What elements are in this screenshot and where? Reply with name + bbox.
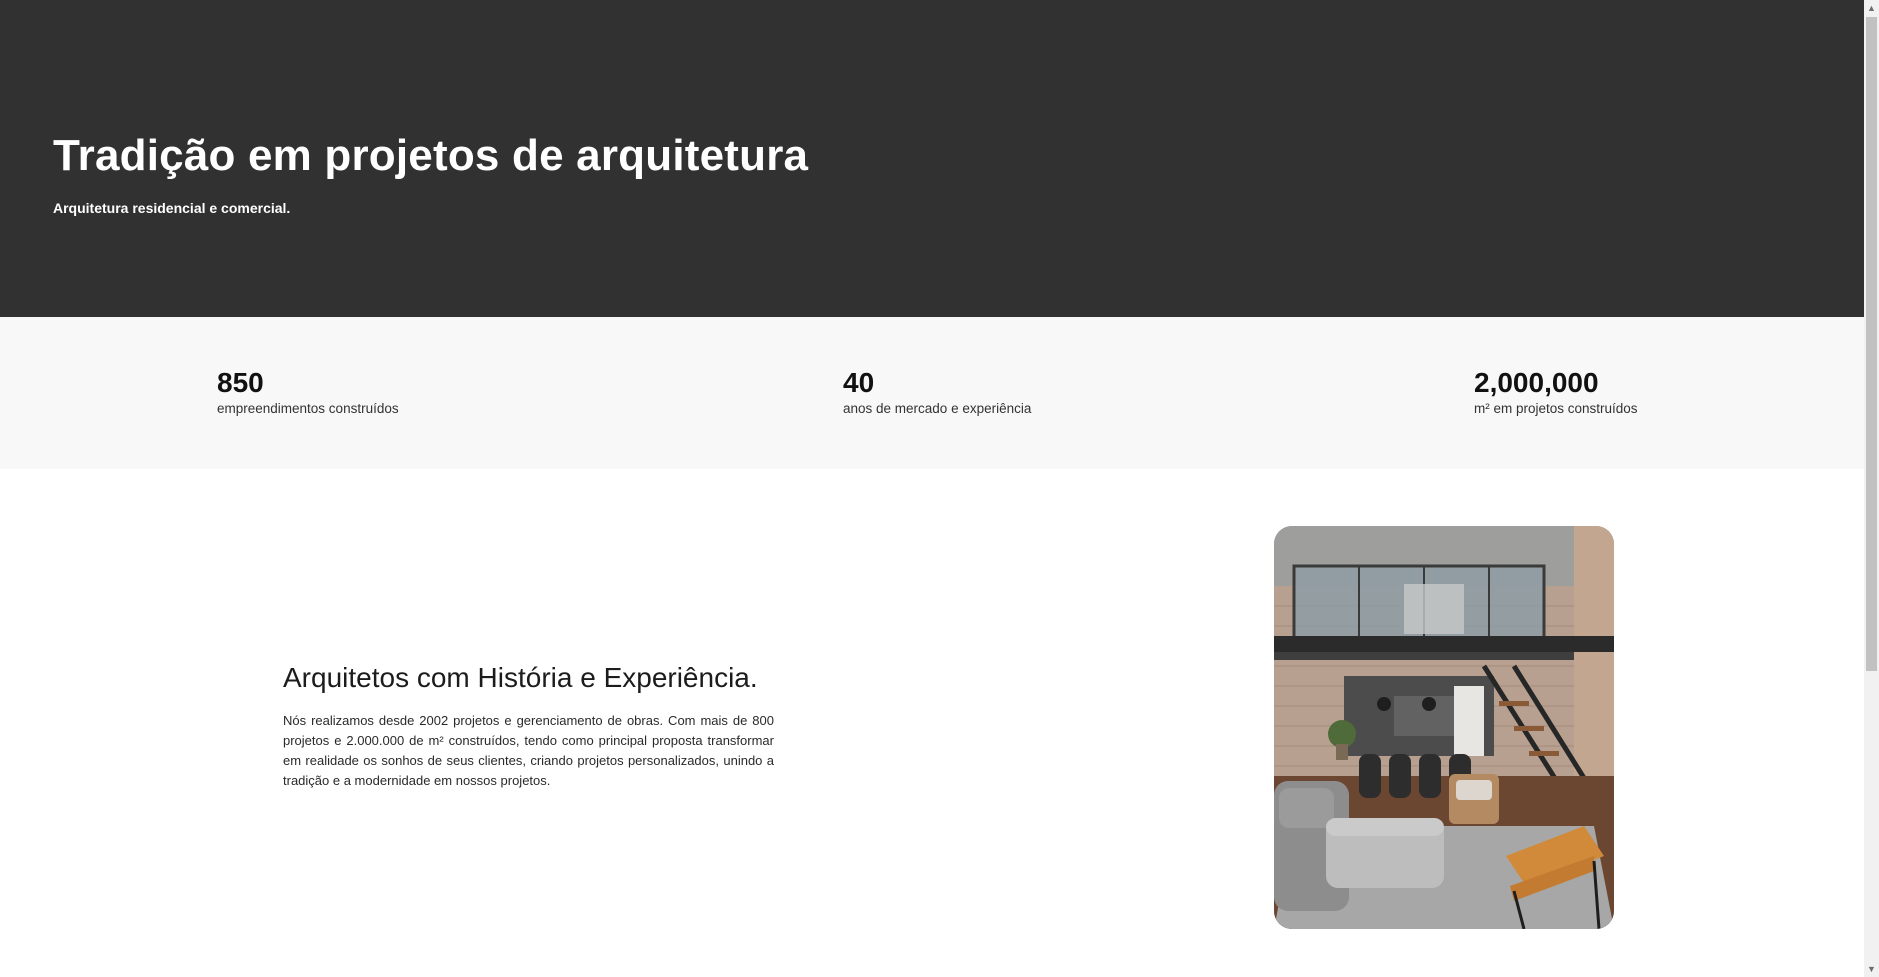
stat-value: 850 bbox=[217, 367, 264, 398]
page: Tradição em projetos de arquitetura Arqu… bbox=[0, 0, 1864, 977]
stat-value: 2,000,000 bbox=[1474, 367, 1599, 398]
stat-label: empreendimentos construídos bbox=[217, 401, 399, 416]
stat-label: m² em projetos construídos bbox=[1474, 401, 1638, 416]
stat-value: 40 bbox=[843, 367, 875, 398]
about-text: Nós realizamos desde 2002 projetos e ger… bbox=[283, 713, 774, 788]
stat-years: 40 anos de mercado e experiência bbox=[843, 367, 1031, 418]
stats-section: 850 empreendimentos construídos 40 anos … bbox=[0, 317, 1864, 469]
loft-interior-image bbox=[1274, 526, 1614, 929]
chevron-up-icon[interactable]: ▲ bbox=[1864, 0, 1879, 16]
hero-title: Tradição em projetos de arquitetura bbox=[53, 131, 809, 180]
hero-section: Tradição em projetos de arquitetura Arqu… bbox=[0, 0, 1864, 317]
stat-projects: 850 empreendimentos construídos bbox=[217, 367, 399, 418]
stat-area: 2,000,000 m² em projetos construídos bbox=[1474, 367, 1638, 418]
scrollbar-thumb[interactable] bbox=[1866, 17, 1877, 671]
chevron-down-icon[interactable]: ▼ bbox=[1864, 961, 1879, 977]
hero-subtitle: Arquitetura residencial e comercial. bbox=[53, 200, 291, 216]
vertical-scrollbar[interactable]: ▲ ▼ bbox=[1864, 0, 1879, 977]
about-title: Arquitetos com História e Experiência. bbox=[283, 662, 758, 693]
stat-label: anos de mercado e experiência bbox=[843, 401, 1032, 416]
